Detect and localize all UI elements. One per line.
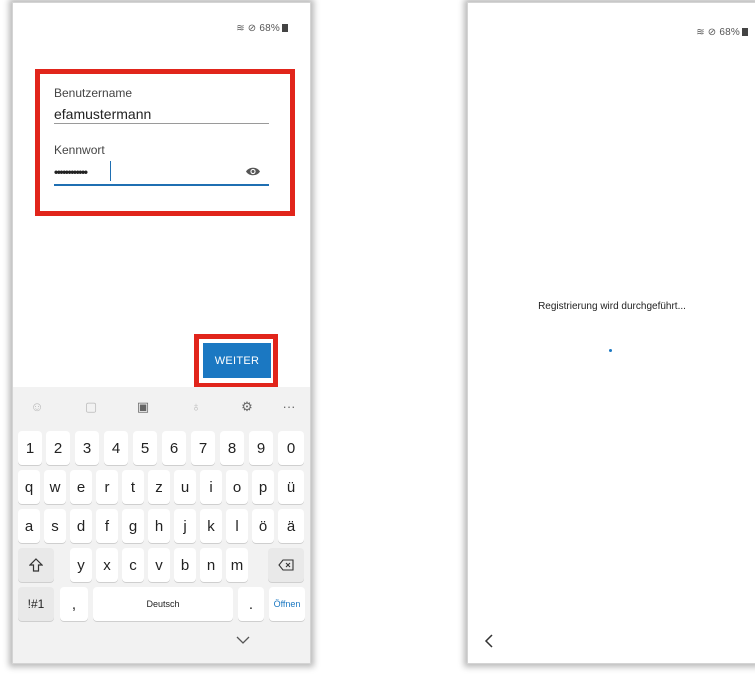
battery-percentage: 68% <box>259 23 280 34</box>
do-not-disturb-icon: ⊘ <box>247 23 257 34</box>
password-label: Kennwort <box>54 143 105 157</box>
emoji-icon[interactable]: ☺ <box>29 399 45 415</box>
key-9[interactable]: 9 <box>249 431 273 465</box>
key-p[interactable]: p <box>252 470 274 504</box>
battery-percentage: 68% <box>719 27 740 38</box>
key-f[interactable]: f <box>96 509 118 543</box>
battery-icon <box>742 28 748 36</box>
more-options-icon[interactable]: ··· <box>281 399 297 415</box>
key-w[interactable]: w <box>44 470 66 504</box>
key-c[interactable]: c <box>122 548 144 582</box>
shift-key[interactable] <box>18 548 54 582</box>
microphone-icon[interactable]: ♁ <box>188 399 204 415</box>
key-d[interactable]: d <box>70 509 92 543</box>
do-not-disturb-icon: ⊘ <box>707 27 717 38</box>
key-z[interactable]: z <box>148 470 170 504</box>
loading-spinner <box>609 349 612 352</box>
shift-arrow-icon <box>29 558 43 572</box>
key-a[interactable]: a <box>18 509 40 543</box>
key-y[interactable]: y <box>70 548 92 582</box>
key-3[interactable]: 3 <box>75 431 99 465</box>
key-8[interactable]: 8 <box>220 431 244 465</box>
keyboard-toolbar: ☺ ▢ ▣ ♁ ⚙ ··· <box>13 387 310 427</box>
key-u[interactable]: u <box>174 470 196 504</box>
key-oe[interactable]: ö <box>252 509 274 543</box>
key-e[interactable]: e <box>70 470 92 504</box>
key-o[interactable]: o <box>226 470 248 504</box>
key-i[interactable]: i <box>200 470 222 504</box>
weiter-button[interactable]: WEITER <box>203 343 271 378</box>
key-r[interactable]: r <box>96 470 118 504</box>
progress-message: Registrierung wird durchgeführt... <box>538 301 686 312</box>
backspace-key[interactable] <box>268 548 304 582</box>
battery-icon <box>282 24 288 32</box>
key-0[interactable]: 0 <box>278 431 304 465</box>
key-b[interactable]: b <box>174 548 196 582</box>
registration-screen: ≋ ⊘ 68% Registrierung wird durchgeführt.… <box>467 2 755 664</box>
status-bar: ≋ ⊘ 68% <box>696 27 748 38</box>
clipboard-icon[interactable]: ▢ <box>83 399 99 415</box>
key-m[interactable]: m <box>226 548 248 582</box>
key-g[interactable]: g <box>122 509 144 543</box>
key-7[interactable]: 7 <box>191 431 215 465</box>
backspace-icon <box>278 559 294 571</box>
key-x[interactable]: x <box>96 548 118 582</box>
key-ue[interactable]: ü <box>278 470 304 504</box>
key-ae[interactable]: ä <box>278 509 304 543</box>
on-screen-keyboard: ☺ ▢ ▣ ♁ ⚙ ··· 1 2 3 4 5 6 7 8 9 0 q w e … <box>13 387 310 663</box>
login-screen: ≋ ⊘ 68% Benutzername efamustermann Kennw… <box>12 2 311 664</box>
key-j[interactable]: j <box>174 509 196 543</box>
space-key[interactable]: Deutsch <box>93 587 233 621</box>
key-l[interactable]: l <box>226 509 248 543</box>
enter-key[interactable]: Öffnen <box>269 587 305 621</box>
username-label: Benutzername <box>54 86 133 100</box>
key-5[interactable]: 5 <box>133 431 157 465</box>
key-q[interactable]: q <box>18 470 40 504</box>
keyboard-settings-panel-icon[interactable]: ▣ <box>135 399 151 415</box>
key-s[interactable]: s <box>44 509 66 543</box>
key-6[interactable]: 6 <box>162 431 186 465</box>
key-n[interactable]: n <box>200 548 222 582</box>
period-key[interactable]: . <box>238 587 264 621</box>
symbols-key[interactable]: !#1 <box>18 587 54 621</box>
password-underline <box>54 184 269 186</box>
password-field[interactable]: •••••••••••• <box>54 165 88 179</box>
text-cursor <box>110 161 111 181</box>
key-4[interactable]: 4 <box>104 431 128 465</box>
status-bar: ≋ ⊘ 68% <box>236 23 288 34</box>
wifi-icon: ≋ <box>236 23 245 34</box>
show-password-eye-icon[interactable] <box>245 166 261 177</box>
key-1[interactable]: 1 <box>18 431 42 465</box>
key-k[interactable]: k <box>200 509 222 543</box>
username-underline <box>54 123 269 124</box>
key-t[interactable]: t <box>122 470 144 504</box>
comma-key[interactable]: , <box>60 587 88 621</box>
hide-keyboard-chevron-icon[interactable] <box>236 635 250 645</box>
wifi-icon: ≋ <box>696 27 705 38</box>
key-2[interactable]: 2 <box>46 431 70 465</box>
key-v[interactable]: v <box>148 548 170 582</box>
back-chevron-icon[interactable] <box>482 633 496 649</box>
key-h[interactable]: h <box>148 509 170 543</box>
username-field[interactable]: efamustermann <box>54 106 151 122</box>
gear-icon[interactable]: ⚙ <box>239 399 255 415</box>
